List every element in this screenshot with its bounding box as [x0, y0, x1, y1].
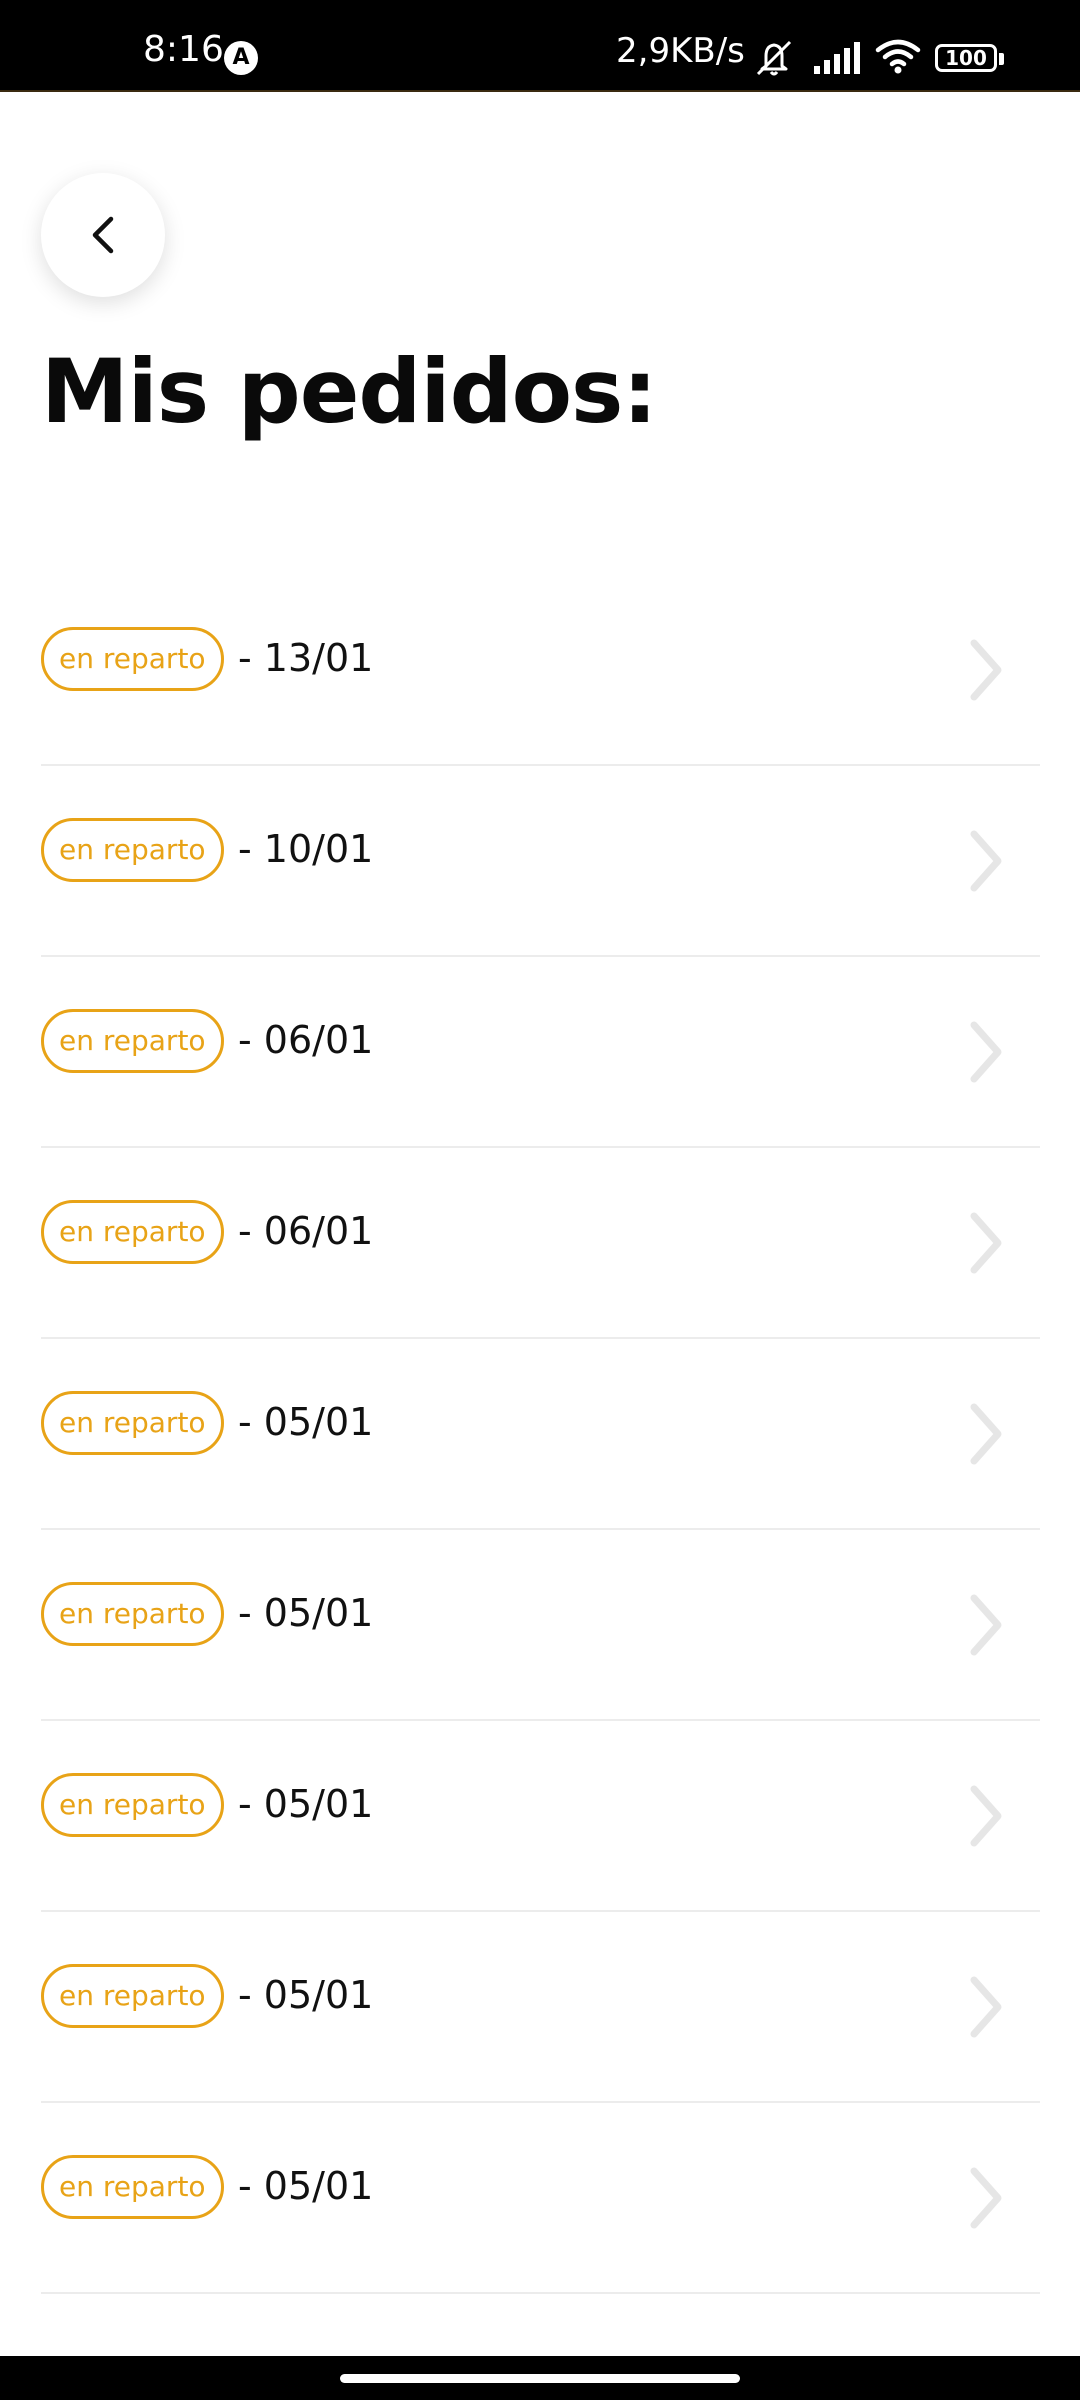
order-row[interactable]: en reparto - 13/01 [41, 575, 1040, 766]
status-badge: en reparto [41, 1773, 224, 1837]
status-badge: en reparto [41, 1582, 224, 1646]
chevron-right-icon [970, 1403, 1002, 1465]
battery-icon: 100 [935, 44, 997, 72]
signal-icon [812, 40, 862, 79]
order-date: - 05/01 [238, 1591, 374, 1635]
chevron-right-icon [970, 830, 1002, 892]
status-badge: en reparto [41, 1009, 224, 1073]
status-bar: 8:16 A 2,9KB/s 100 [0, 0, 1080, 92]
chevron-right-icon [970, 639, 1002, 701]
back-button[interactable] [41, 173, 165, 297]
chevron-left-icon [92, 216, 114, 254]
order-date: - 13/01 [238, 636, 374, 680]
order-date: - 05/01 [238, 1400, 374, 1444]
network-speed: 2,9KB/s [616, 31, 745, 71]
order-date: - 05/01 [238, 2164, 374, 2208]
order-date: - 05/01 [238, 1973, 374, 2017]
order-date: - 05/01 [238, 1782, 374, 1826]
order-row[interactable]: en reparto - 05/01 [41, 1530, 1040, 1721]
status-badge: en reparto [41, 818, 224, 882]
order-row[interactable]: en reparto - 06/01 [41, 957, 1040, 1148]
page-title: Mis pedidos: [41, 340, 658, 443]
order-row[interactable]: en reparto - 05/01 [41, 2103, 1040, 2294]
navigation-bar [0, 2356, 1080, 2400]
status-badge: en reparto [41, 2155, 224, 2219]
order-row[interactable]: en reparto - 05/01 [41, 1339, 1040, 1530]
status-badge: en reparto [41, 1200, 224, 1264]
order-date: - 06/01 [238, 1209, 374, 1253]
order-row[interactable]: en reparto - 05/01 [41, 1721, 1040, 1912]
chevron-right-icon [970, 1594, 1002, 1656]
order-row[interactable]: en reparto - 06/01 [41, 1148, 1040, 1339]
order-row[interactable]: en reparto - 05/01 [41, 1912, 1040, 2103]
chevron-right-icon [970, 1976, 1002, 2038]
notification-icon: A [224, 41, 258, 75]
status-badge: en reparto [41, 1391, 224, 1455]
order-row[interactable]: en reparto - 10/01 [41, 766, 1040, 957]
status-badge: en reparto [41, 627, 224, 691]
chevron-right-icon [970, 1785, 1002, 1847]
mute-icon [752, 38, 796, 83]
wifi-icon [874, 38, 922, 79]
status-time: 8:16 [143, 29, 224, 70]
chevron-right-icon [970, 1021, 1002, 1083]
home-indicator[interactable] [340, 2374, 740, 2383]
order-date: - 10/01 [238, 827, 374, 871]
chevron-right-icon [970, 2167, 1002, 2229]
status-badge: en reparto [41, 1964, 224, 2028]
order-date: - 06/01 [238, 1018, 374, 1062]
orders-list: en reparto - 13/01 en reparto - 10/01 en rep… [41, 575, 1040, 2294]
chevron-right-icon [970, 1212, 1002, 1274]
battery-tip [999, 53, 1004, 65]
